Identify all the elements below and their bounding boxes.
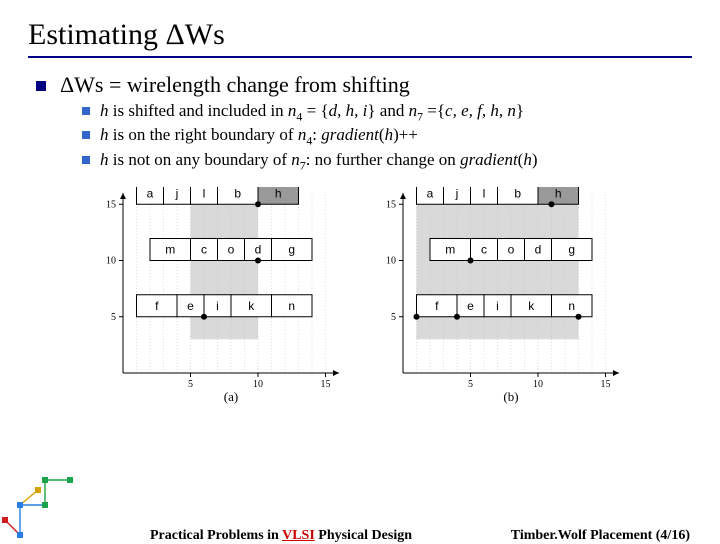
svg-text:a: a [147,187,154,200]
txt: )++ [393,125,418,144]
svg-text:5: 5 [391,312,396,323]
svg-text:e: e [187,299,194,313]
placement-chart: ajlbhmcodgfeikn5101551015(b) [375,187,625,407]
svg-text:10: 10 [386,256,396,267]
placement-diagrams: ajlbhmcodgfeikn5101551015(a)ajlbhmcodgfe… [95,187,625,407]
svg-text:5: 5 [188,379,193,390]
svg-text:5: 5 [111,312,116,323]
svg-text:k: k [528,299,535,313]
square-bullet-icon [36,81,46,91]
svg-text:10: 10 [533,379,543,390]
sub-bullet-list: h is shifted and included in n4 = {d, h,… [82,100,692,173]
footer-right: Timber.Wolf Placement (4/16) [511,528,690,544]
chart-a: ajlbhmcodgfeikn5101551015(a) [95,187,345,407]
var-n: n [291,150,300,169]
svg-text:g: g [568,243,575,257]
footer-vlsi: VLSI [282,528,315,543]
svg-text:5: 5 [468,379,473,390]
placement-chart: ajlbhmcodgfeikn5101551015(a) [95,187,345,407]
txt: : no further change on [306,150,460,169]
set: c, e, f, h, n [445,101,516,120]
txt: = { [302,101,328,120]
sub-point-2-text: h is on the right boundary of n4: gradie… [100,124,418,148]
footer-text: Physical Design [315,528,412,543]
svg-text:i: i [496,299,499,313]
footer-text: Practical Problems in [150,528,282,543]
svg-text:n: n [288,299,295,313]
txt: ) [532,150,538,169]
svg-text:h: h [275,187,282,200]
svg-text:m: m [165,243,175,257]
svg-text:c: c [481,243,487,257]
txt: } [516,101,524,120]
svg-text:o: o [508,243,515,257]
gradient: gradient [460,150,518,169]
sub-point-3: h is not on any boundary of n7: no furth… [82,149,692,173]
svg-text:l: l [483,187,486,200]
svg-text:10: 10 [106,256,116,267]
svg-text:j: j [175,187,179,200]
sub-point-1: h is shifted and included in n4 = {d, h,… [82,100,692,124]
svg-text:(b): (b) [503,389,518,404]
txt: ={ [423,101,445,120]
square-bullet-small-icon [82,107,90,115]
svg-text:k: k [248,299,255,313]
chart-b: ajlbhmcodgfeikn5101551015(b) [375,187,625,407]
sub-point-3-text: h is not on any boundary of n7: no furth… [100,149,538,173]
txt: : [312,125,321,144]
set: d, h, i [329,101,368,120]
figure-container: ajlbhmcodgfeikn5101551015(a)ajlbhmcodgfe… [28,187,692,407]
svg-text:15: 15 [601,379,611,390]
svg-text:j: j [455,187,459,200]
svg-text:m: m [445,243,455,257]
slide-title: Estimating ΔWs [28,18,692,58]
corner-decoration-icon [0,450,90,540]
footer-left: Practical Problems in VLSI Physical Desi… [150,528,412,544]
sub-point-1-text: h is shifted and included in n4 = {d, h,… [100,100,524,124]
var-h: h [100,125,109,144]
svg-text:d: d [255,243,262,257]
svg-text:b: b [514,187,521,200]
svg-text:n: n [568,299,575,313]
svg-text:h: h [555,187,562,200]
svg-text:b: b [234,187,241,200]
main-point: ΔWs = wirelength change from shifting [36,72,692,98]
square-bullet-small-icon [82,131,90,139]
main-point-text: ΔWs = wirelength change from shifting [60,72,410,98]
main-bullet-list: ΔWs = wirelength change from shifting h … [36,72,692,173]
svg-text:(a): (a) [224,389,238,404]
sub-point-2: h is on the right boundary of n4: gradie… [82,124,692,148]
txt: } and [367,101,408,120]
var-n: n [409,101,418,120]
gradient: gradient [321,125,379,144]
svg-text:g: g [288,243,295,257]
square-bullet-small-icon [82,156,90,164]
svg-text:i: i [216,299,219,313]
svg-text:10: 10 [253,379,263,390]
svg-text:d: d [535,243,542,257]
txt: is not on any boundary of [109,150,292,169]
svg-text:15: 15 [386,200,396,211]
var-h: h [385,125,394,144]
var-h: h [100,101,109,120]
svg-text:c: c [201,243,207,257]
svg-text:15: 15 [106,200,116,211]
var-h: h [100,150,109,169]
svg-text:l: l [203,187,206,200]
svg-text:a: a [427,187,434,200]
svg-text:e: e [467,299,474,313]
txt: is on the right boundary of [109,125,298,144]
svg-text:15: 15 [321,379,331,390]
txt: is shifted and included in [109,101,288,120]
svg-text:o: o [228,243,235,257]
var-h: h [523,150,532,169]
